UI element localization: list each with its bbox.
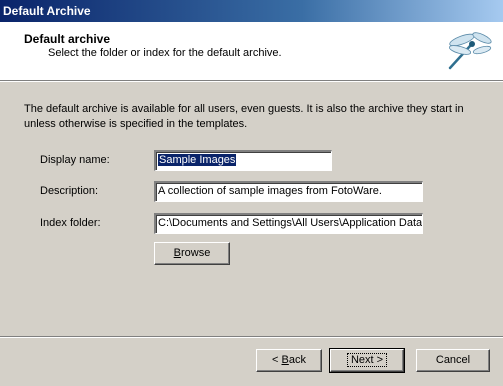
index-folder-label: Index folder: xyxy=(40,217,101,229)
next-button[interactable]: Next > xyxy=(329,348,405,373)
next-label: Next > xyxy=(346,353,388,367)
footer-divider-highlight xyxy=(0,337,503,338)
index-folder-field[interactable]: C:\Documents and Settings\All Users\Appl… xyxy=(154,213,423,234)
back-label-rest: ack xyxy=(288,354,306,366)
back-prefix: < xyxy=(272,354,282,366)
index-folder-value: C:\Documents and Settings\All Users\Appl… xyxy=(158,217,423,229)
back-accel: B xyxy=(281,354,289,366)
header-title: Default archive xyxy=(24,32,111,46)
wizard-header: Default archive Select the folder or ind… xyxy=(0,22,503,81)
cancel-label: Cancel xyxy=(435,354,471,366)
description-field[interactable]: A collection of sample images from FotoW… xyxy=(154,181,423,202)
title-bar: Default Archive xyxy=(0,0,503,22)
window-title: Default Archive xyxy=(3,4,91,18)
cancel-button[interactable]: Cancel xyxy=(416,349,490,372)
header-divider xyxy=(0,81,503,82)
header-subtitle: Select the folder or index for the defau… xyxy=(48,47,282,59)
display-name-value: Sample Images xyxy=(158,154,237,166)
dragonfly-icon xyxy=(448,32,492,70)
description-label: Description: xyxy=(40,185,99,197)
back-button[interactable]: < Back xyxy=(256,349,322,372)
browse-button[interactable]: Browse xyxy=(154,242,230,265)
intro-text: The default archive is available for all… xyxy=(24,103,464,130)
display-name-label: Display name: xyxy=(40,154,110,166)
description-value: A collection of sample images from FotoW… xyxy=(158,185,382,197)
display-name-field[interactable]: Sample Images xyxy=(154,150,332,171)
browse-label-rest: rowse xyxy=(181,247,211,259)
browse-accel: B xyxy=(173,247,181,259)
